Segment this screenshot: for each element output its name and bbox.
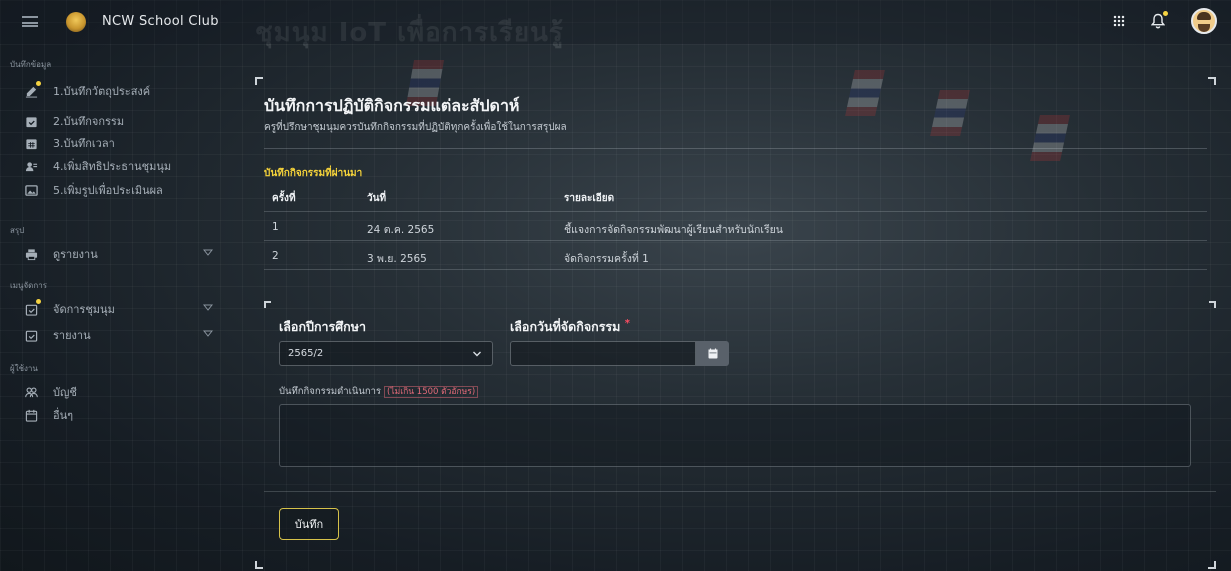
image-icon (24, 183, 38, 197)
table-cell: 24 ต.ค. 2565 (367, 224, 435, 236)
calendar-outline-icon (24, 408, 38, 422)
calendar-button[interactable] (696, 341, 729, 366)
menu-icon[interactable] (22, 16, 38, 27)
sidebar-item-view-report[interactable]: ดูรายงาน (24, 244, 224, 264)
sidebar-item-account[interactable]: บัญชี (24, 382, 224, 402)
academic-year-select[interactable]: 2565/2 (279, 341, 493, 366)
sidebar-item-label: 2.บันทึกจกรรม (53, 115, 125, 128)
notification-dot (1163, 11, 1168, 16)
sidebar-item-report[interactable]: รายงาน (24, 325, 224, 345)
page-subtitle: ครูที่ปรึกษาชุมนุมควรบันทึกกิจกรรมที่ปฏิ… (264, 122, 567, 133)
divider (264, 491, 1216, 492)
column-header: ครั้งที่ (272, 193, 296, 204)
sidebar-item-add-photos[interactable]: 5.เพิ่มรูปเพื่อประเมินผล (24, 180, 224, 200)
required-mark: * (624, 317, 630, 329)
calendar-check-icon (24, 328, 38, 342)
edit-icon (24, 81, 41, 98)
note-label-wrap: บันทึกกิจกรรมดำเนินการ (ไม่เกิน 1500 ตัว… (279, 384, 479, 399)
brand-name: NCW School Club (102, 14, 219, 29)
table-row: 1 24 ต.ค. 2565 ชี้แจงการจัดกิจกรรมพัฒนาผ… (264, 212, 1207, 241)
sidebar-item-label: ดูรายงาน (53, 248, 98, 261)
panel-corner (255, 77, 263, 85)
top-bar: NCW School Club (0, 0, 1231, 44)
user-card-icon (24, 159, 38, 173)
divider (264, 148, 1207, 149)
form-corner (264, 301, 271, 308)
table-header-row: ครั้งที่ วันที่ รายละเอียด (264, 182, 1207, 212)
avatar[interactable] (1191, 8, 1217, 34)
sidebar-item-label: 5.เพิ่มรูปเพื่อประเมินผล (53, 184, 163, 197)
column-header: วันที่ (367, 193, 387, 204)
form-corner (1209, 301, 1216, 308)
sidebar-item-label: อื่นๆ (53, 409, 74, 422)
activity-record-panel: บันทึกการปฏิบัติกิจกรรมแต่ละสัปดาห์ ครูท… (255, 77, 1216, 569)
sidebar-section-title: สรุป (10, 226, 25, 235)
activity-notes-textarea[interactable] (279, 404, 1191, 467)
year-label: เลือกปีการศึกษา (279, 319, 367, 334)
activity-form: เลือกปีการศึกษา เลือกวันที่จัดกิจกรรม * … (264, 301, 1216, 569)
activity-date-input[interactable] (510, 341, 696, 366)
school-logo (66, 12, 86, 32)
past-activities-title: บันทึกกิจกรรมที่ผ่านมา (264, 168, 363, 179)
chevron-down-icon (203, 304, 213, 311)
page-title: บันทึกการปฏิบัติกิจกรรมแต่ละสัปดาห์ (264, 96, 520, 115)
date-label-wrap: เลือกวันที่จัดกิจกรรม * (510, 317, 630, 337)
table-cell: จัดกิจกรรมครั้งที่ 1 (564, 253, 649, 265)
chevron-down-icon (473, 351, 481, 357)
date-label: เลือกวันที่จัดกิจกรรม (510, 319, 621, 334)
sidebar-item-president-rights[interactable]: 4.เพิ่มสิทธิประธานชุมนุม (24, 156, 224, 176)
sidebar-item-label: 1.บันทึกวัตถุประสงค์ (53, 85, 151, 98)
note-label: บันทึกกิจกรรมดำเนินการ (279, 386, 382, 397)
sidebar-item-objectives[interactable]: 1.บันทึกวัตถุประสงค์ (24, 81, 224, 101)
sidebar-item-activities[interactable]: 2.บันทึกจกรรม (24, 111, 224, 131)
printer-icon (24, 247, 38, 261)
chevron-down-icon (203, 249, 213, 256)
calendar-check-icon (24, 299, 41, 316)
table-row: 2 3 พ.ย. 2565 จัดกิจกรรมครั้งที่ 1 (264, 241, 1207, 270)
panel-corner (1208, 77, 1216, 85)
panel-corner (255, 561, 263, 569)
sidebar-item-label: 3.บันทึกเวลา (53, 137, 115, 150)
table-cell: 1 (272, 221, 279, 233)
sidebar-section-title: ผู้ใช้งาน (10, 364, 38, 373)
character-limit-badge: (ไม่เกิน 1500 ตัวอักษร) (384, 386, 479, 398)
column-header: รายละเอียด (564, 193, 615, 204)
sidebar-item-label: 4.เพิ่มสิทธิประธานชุมนุม (53, 160, 172, 173)
sidebar-item-manage-club[interactable]: จัดการชุมนุม (24, 299, 224, 319)
sidebar-item-time[interactable]: 3.บันทึกเวลา (24, 133, 224, 153)
save-button[interactable]: บันทึก (279, 508, 339, 540)
sidebar-item-label: จัดการชุมนุม (53, 303, 115, 316)
sidebar-section-title: บันทึกข้อมูล (10, 60, 52, 69)
calendar-icon (708, 348, 717, 359)
calendar-grid-icon (24, 136, 38, 150)
sidebar-item-label: รายงาน (53, 329, 91, 342)
apps-grid-icon[interactable] (1113, 15, 1125, 27)
sidebar: บันทึกข้อมูล 1.บันทึกวัตถุประสงค์ 2.บันท… (0, 44, 226, 571)
chevron-down-icon (203, 330, 213, 337)
sidebar-item-label: บัญชี (53, 386, 77, 399)
table-cell: ชี้แจงการจัดกิจกรรมพัฒนาผู้เรียนสำหรับนั… (564, 224, 783, 236)
users-icon (24, 385, 38, 399)
academic-year-value: 2565/2 (288, 348, 324, 359)
calendar-check-icon (24, 114, 38, 128)
table-cell: 2 (272, 250, 279, 262)
sidebar-item-other[interactable]: อื่นๆ (24, 405, 224, 425)
past-activities-table: ครั้งที่ วันที่ รายละเอียด 1 24 ต.ค. 256… (264, 182, 1207, 270)
table-cell: 3 พ.ย. 2565 (367, 253, 427, 265)
bell-icon[interactable] (1150, 11, 1168, 29)
top-bar-actions (1113, 8, 1217, 34)
sidebar-section-title: เมนูจัดการ (10, 281, 47, 290)
